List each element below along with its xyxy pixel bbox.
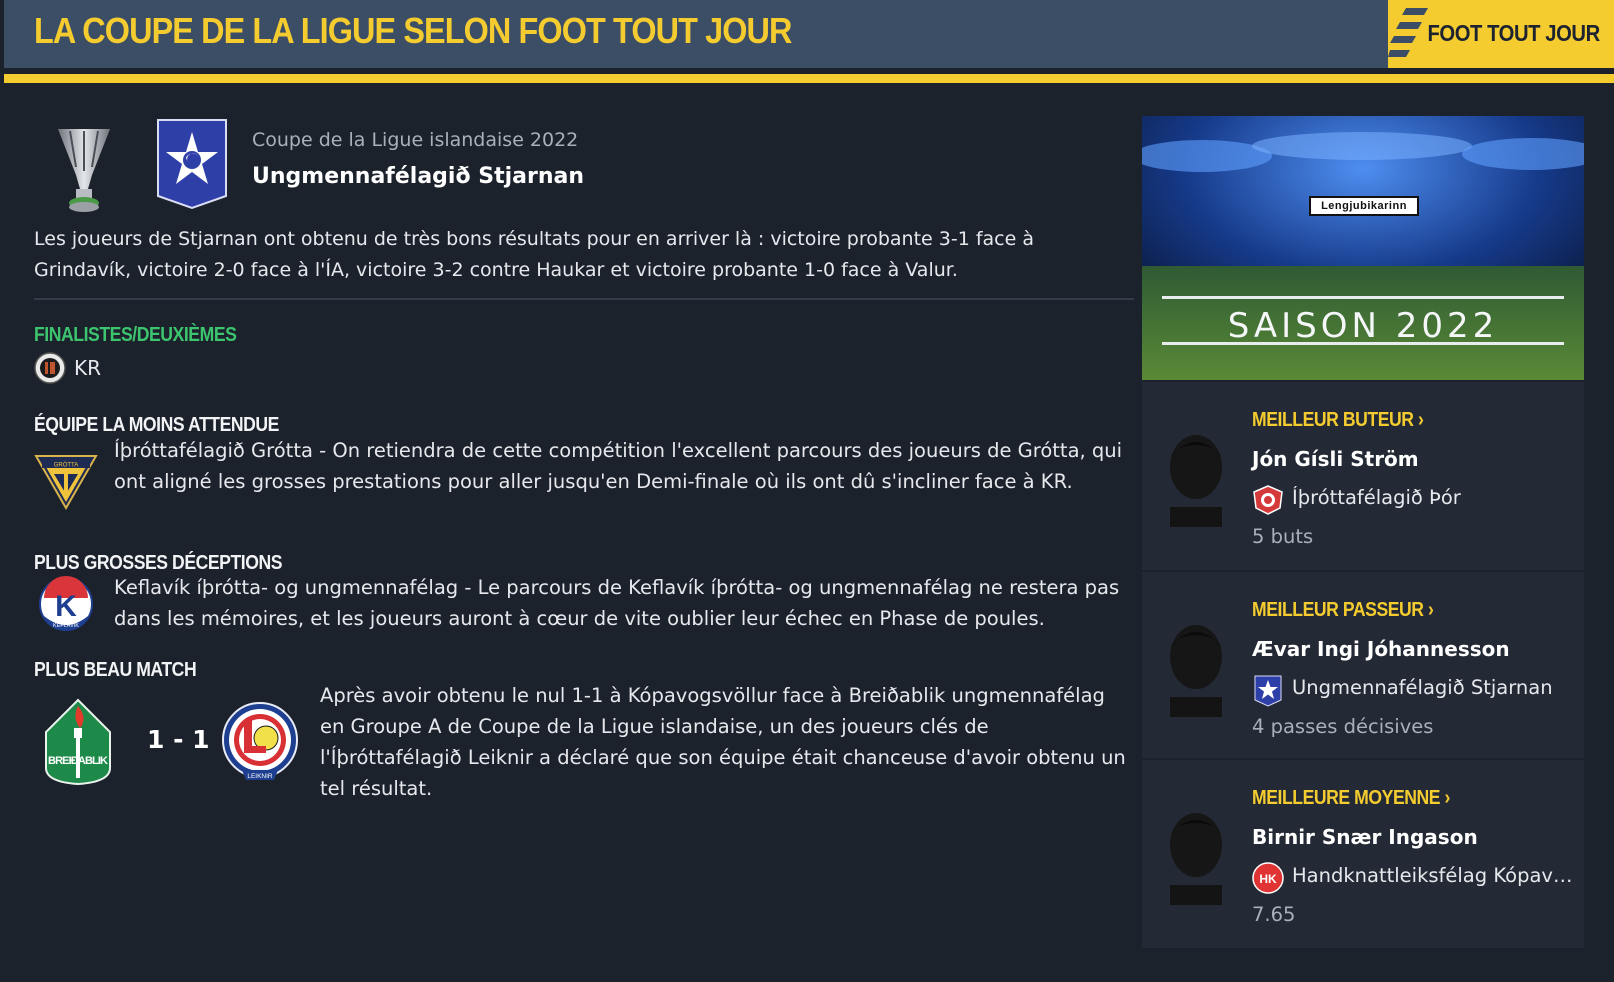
main-content: Coupe de la Ligue islandaise 2022 Ungmen…	[34, 112, 1134, 972]
match-score[interactable]: 1 - 1	[147, 725, 210, 754]
cup-trophy-icon	[58, 129, 110, 212]
hk-crest-icon: HK	[1252, 862, 1284, 894]
top-scorer-card[interactable]: MEILLEUR BUTEUR › Jón Gísli Ström Íþrótt…	[1142, 382, 1584, 570]
season-banner: Lengjubikarinn SAISON 2022	[1142, 116, 1584, 380]
grotta-crest-icon: GRÓTTA	[34, 455, 98, 510]
runner-up-name: KR	[74, 356, 102, 380]
best-rating-club[interactable]: Handknattleiksfélag Kópavogs	[1292, 864, 1577, 887]
best-match-heading: PLUS BEAU MATCH	[34, 659, 197, 681]
underdog-heading: ÉQUIPE LA MOINS ATTENDUE	[34, 414, 279, 436]
top-scorer-club[interactable]: Íþróttafélagið Þór	[1292, 486, 1577, 509]
section-divider	[34, 298, 1134, 300]
page-title: LA COUPE DE LA LIGUE SELON FOOT TOUT JOU…	[34, 10, 792, 51]
brand-label: FOOT TOUT JOUR	[1427, 20, 1601, 46]
runners-up-heading: FINALISTES/DEUXIÈMES	[34, 324, 237, 346]
stjarnan-star-crest-icon	[1254, 675, 1282, 707]
svg-text:K: K	[55, 590, 77, 623]
match-report-text: Après avoir obtenu le nul 1-1 à Kópavogs…	[320, 684, 1126, 800]
hk-badge-text: HK	[1259, 872, 1277, 886]
top-assister-card[interactable]: MEILLEUR PASSEUR › Ævar Ingi Jóhannesson…	[1142, 572, 1584, 758]
winner-summary: Les joueurs de Stjarnan ont obtenu de tr…	[34, 228, 1035, 281]
player-avatar-icon	[1170, 625, 1222, 717]
grotta-badge-text: GRÓTTA	[54, 462, 79, 469]
player-avatar-icon	[1170, 435, 1222, 527]
top-scorer-name[interactable]: Jón Gísli Ström	[1252, 447, 1419, 471]
competition-name: Coupe de la Ligue islandaise 2022	[252, 129, 579, 151]
top-scorer-title[interactable]: MEILLEUR BUTEUR ›	[1252, 409, 1424, 432]
top-assister-club[interactable]: Ungmennafélagið Stjarnan	[1292, 676, 1577, 699]
leiknir-crest-icon[interactable]: LEIKNIR	[220, 698, 300, 784]
keflavik-crest-icon: K KEFLAVÍK	[39, 576, 93, 631]
header-accent-line	[4, 74, 1614, 83]
brand-tab: FOOT TOUT JOUR	[1388, 0, 1614, 68]
breidablik-crest-icon[interactable]: BREIÐABLIK	[42, 698, 114, 786]
page-header: LA COUPE DE LA LIGUE SELON FOOT TOUT JOU…	[4, 0, 1614, 68]
top-assister-title[interactable]: MEILLEUR PASSEUR ›	[1252, 599, 1434, 622]
season-label: SAISON 2022	[1227, 306, 1499, 346]
keflavik-badge-text: KEFLAVÍK	[53, 622, 79, 629]
underdog-text: Íþróttafélagið Grótta - On retiendra de …	[114, 439, 1123, 493]
kr-crest-icon	[34, 352, 66, 384]
leiknir-badge-text: LEIKNIR	[247, 773, 273, 780]
best-rating-name[interactable]: Birnir Snær Ingason	[1252, 825, 1478, 849]
breidablik-badge-text: BREIÐABLIK	[48, 755, 108, 767]
league-logo: Lengjubikarinn	[1309, 196, 1419, 216]
top-assister-name[interactable]: Ævar Ingi Jóhannesson	[1252, 637, 1510, 661]
thor-crest-icon	[1253, 485, 1283, 515]
best-rating-value: 7.65	[1252, 903, 1296, 926]
best-rating-card[interactable]: MEILLEURE MOYENNE › Birnir Snær Ingason …	[1142, 760, 1584, 948]
player-avatar-icon	[1170, 813, 1222, 905]
top-assister-value: 4 passes décisives	[1252, 715, 1434, 738]
stjarnan-star-crest-icon	[157, 119, 227, 210]
top-scorer-value: 5 buts	[1252, 525, 1314, 548]
best-rating-title[interactable]: MEILLEURE MOYENNE ›	[1252, 787, 1450, 810]
disappointment-text: Keflavík íþrótta- og ungmennafélag - Le …	[114, 576, 1120, 630]
winner-club-name[interactable]: Ungmennafélagið Stjarnan	[252, 164, 584, 189]
